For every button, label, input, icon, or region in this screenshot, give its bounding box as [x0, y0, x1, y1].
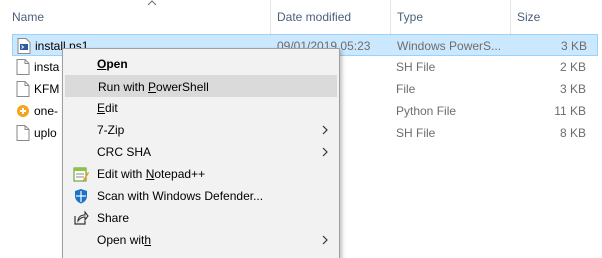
file-size: 11 KB [554, 104, 586, 118]
column-header-name[interactable]: Name [12, 0, 270, 34]
menu-item-label: Share [97, 211, 130, 225]
context-menu: Open Run with PowerShell Edit 7-Zip CRC … [62, 48, 340, 258]
file-size: 2 KB [559, 60, 586, 74]
chevron-right-icon [322, 125, 328, 135]
menu-item-label: Edit [97, 101, 118, 115]
file-type: File [396, 82, 416, 96]
column-header-row: Name Date modified Type Size [0, 0, 602, 34]
menu-item-edit-with-notepad[interactable]: Edit with Notepad++ [65, 163, 337, 185]
column-header-date[interactable]: Date modified [270, 0, 390, 34]
menu-item-label: Open [97, 57, 128, 71]
file-explorer: Name Date modified Type Size install.ps1… [0, 0, 602, 258]
file-type: Python File [396, 104, 457, 118]
menu-item-edit[interactable]: Edit [65, 97, 337, 119]
chevron-right-icon [322, 147, 328, 157]
column-header-date-label: Date modified [277, 10, 352, 24]
column-header-type[interactable]: Type [390, 0, 510, 34]
share-icon [74, 210, 89, 225]
menu-item-label: CRC SHA [97, 145, 152, 159]
file-icon [16, 125, 30, 141]
menu-item-label: Run with PowerShell [98, 80, 209, 94]
file-type: Windows PowerS... [397, 39, 502, 53]
column-header-size-label: Size [517, 10, 541, 24]
windows-defender-icon [75, 189, 87, 204]
menu-item-crc-sha[interactable]: CRC SHA [65, 141, 337, 163]
menu-item-scan-defender[interactable]: Scan with Windows Defender... [65, 185, 337, 207]
menu-item-share[interactable]: Share [65, 207, 337, 229]
column-header-name-label: Name [12, 10, 45, 24]
file-type: SH File [396, 126, 436, 140]
menu-item-label: Scan with Windows Defender... [97, 189, 264, 203]
python-file-icon [17, 105, 29, 117]
powershell-file-icon [17, 38, 31, 54]
column-header-size[interactable]: Size [510, 0, 602, 34]
file-type: SH File [396, 60, 436, 74]
chevron-right-icon [322, 235, 328, 245]
file-icon [16, 59, 30, 75]
menu-item-open-with[interactable]: Open with [65, 229, 337, 251]
file-size: 8 KB [559, 126, 586, 140]
notepad-plus-plus-icon [73, 167, 89, 182]
file-size: 3 KB [560, 39, 587, 53]
menu-item-label: 7-Zip [97, 123, 125, 137]
file-icon [16, 81, 30, 97]
menu-item-label: Edit with Notepad++ [97, 167, 206, 181]
menu-item-run-with-powershell[interactable]: Run with PowerShell [65, 75, 337, 97]
menu-item-open[interactable]: Open [65, 53, 337, 75]
menu-item-label: Open with [97, 233, 152, 247]
sort-ascending-icon [147, 0, 157, 6]
file-size: 3 KB [559, 82, 586, 96]
menu-item-7zip[interactable]: 7-Zip [65, 119, 337, 141]
column-header-type-label: Type [397, 10, 424, 24]
